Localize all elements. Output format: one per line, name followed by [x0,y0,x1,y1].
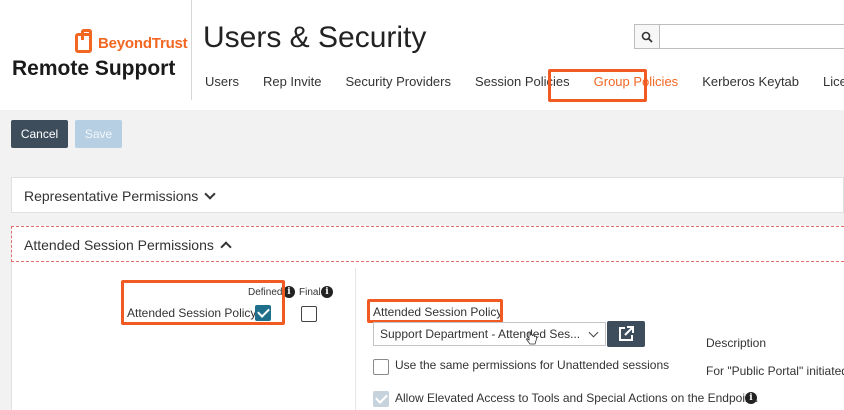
defined-info-icon[interactable]: i [283,286,295,298]
search-box[interactable] [634,24,844,49]
tab-security-providers[interactable]: Security Providers [346,74,451,90]
description-value: For "Public Portal" initiated [706,364,844,378]
open-policy-button[interactable] [607,321,645,347]
description-label: Description [706,336,767,350]
search-button[interactable] [635,25,660,48]
beyondtrust-logo: BeyondTrust [75,29,188,53]
attended-session-permissions-section[interactable]: Attended Session Permissions [11,226,844,262]
same-permissions-label: Use the same permissions for Unattended … [395,358,670,372]
final-label-text: Final [299,287,321,298]
section-title: Representative Permissions [24,188,199,204]
section-header[interactable]: Attended Session Permissions [24,237,232,253]
column-divider [355,268,356,410]
beyondtrust-logo-icon [75,29,92,53]
tab-licensing[interactable]: Licensing [823,74,844,90]
policy-row-label: Attended Session Policy [127,306,257,320]
representative-permissions-section[interactable]: Representative Permissions [11,177,844,213]
page-title: Users & Security [203,21,427,54]
tab-session-policies[interactable]: Session Policies [475,74,570,90]
same-permissions-checkbox[interactable] [373,359,389,375]
chevron-down-icon [588,327,599,338]
section-header[interactable]: Representative Permissions [24,188,216,204]
mouse-cursor-icon [526,331,537,345]
tab-users[interactable]: Users [205,74,239,90]
tab-kerberos-keytab[interactable]: Kerberos Keytab [702,74,799,90]
elevated-info-icon[interactable]: i [745,392,757,404]
search-icon [641,31,653,43]
product-name: Remote Support [12,57,176,80]
cancel-button[interactable]: Cancel [11,120,68,148]
logo-text: BeyondTrust [98,34,188,52]
defined-column-label: Defined [248,287,282,298]
final-info-icon[interactable]: i [321,286,333,298]
final-column-label: Final [299,287,321,298]
save-button[interactable]: Save [75,120,122,148]
tab-group-policies[interactable]: Group Policies [594,74,679,90]
external-link-icon [619,326,634,341]
elevated-access-checkbox[interactable] [373,391,389,407]
section-title: Attended Session Permissions [24,237,214,253]
policy-select-value: Support Department - Attended Ses... [380,327,581,341]
defined-label-text: Defined [248,287,283,298]
brand-area: BeyondTrust Remote Support [0,0,192,100]
search-input[interactable] [660,25,844,48]
elevated-access-label: Allow Elevated Access to Tools and Speci… [395,391,759,405]
defined-checkbox[interactable] [255,305,271,321]
chevron-down-icon [204,188,216,200]
main-tabs: Users Rep Invite Security Providers Sess… [205,74,844,90]
policy-select[interactable]: Support Department - Attended Ses... [373,322,606,346]
app-header: BeyondTrust Remote Support Users & Secur… [0,0,844,110]
chevron-up-icon [220,241,232,253]
policy-header: Attended Session Policy [373,305,503,319]
tab-rep-invite[interactable]: Rep Invite [263,74,322,90]
final-checkbox[interactable] [301,306,317,322]
